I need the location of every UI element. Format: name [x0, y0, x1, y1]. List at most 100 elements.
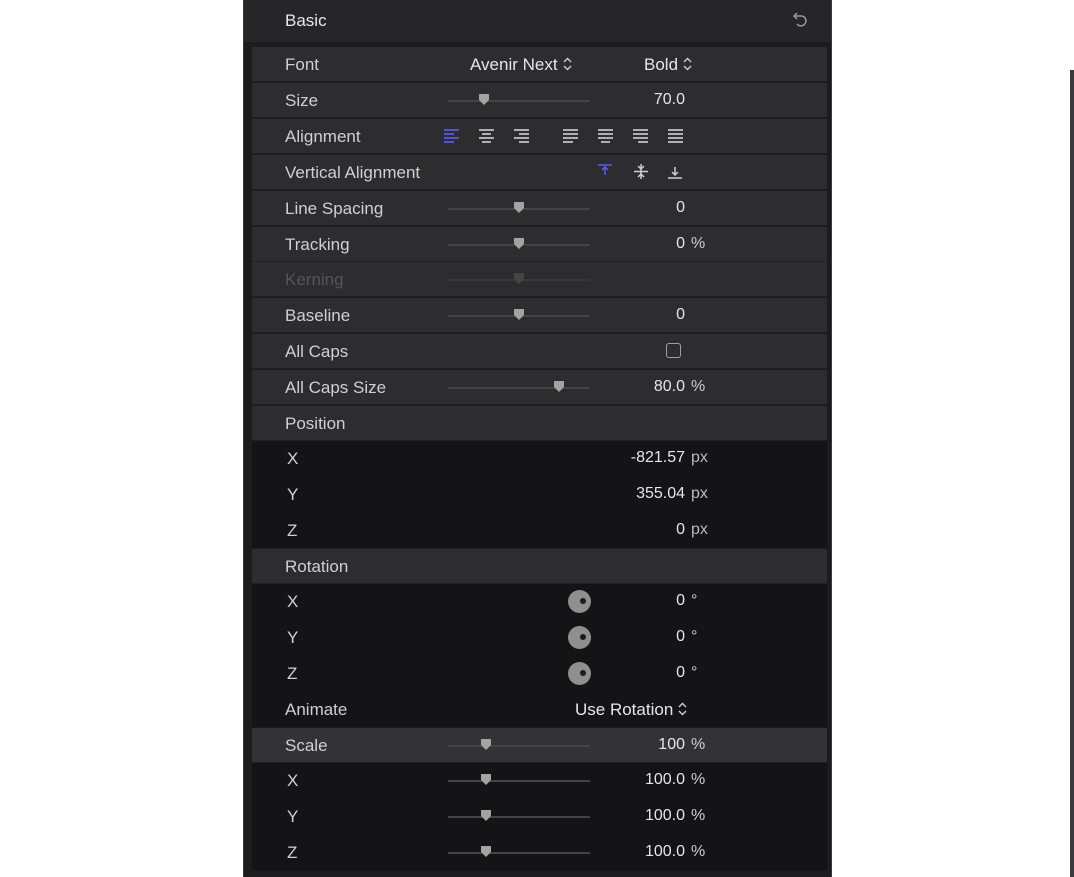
all-caps-size-label: All Caps Size: [285, 378, 387, 397]
line-spacing-row: Line Spacing 0: [252, 191, 827, 226]
size-value[interactable]: 70.0: [654, 91, 685, 109]
scale-x-label: X: [287, 771, 299, 790]
position-z-unit: px: [691, 521, 708, 538]
align-center-icon[interactable]: [478, 128, 495, 144]
slider-thumb[interactable]: [480, 845, 492, 858]
animate-label: Animate: [285, 700, 348, 719]
font-row: Font Avenir Next Bold: [252, 47, 827, 82]
position-z-label: Z: [287, 521, 298, 540]
vertical-alignment-row: Vertical Alignment: [252, 155, 827, 190]
scale-x-unit: %: [691, 771, 706, 788]
line-spacing-slider[interactable]: [448, 202, 590, 213]
rotation-z-value[interactable]: 0: [676, 664, 685, 682]
slider-thumb[interactable]: [513, 237, 525, 250]
scale-label: Scale: [285, 736, 328, 755]
position-z-row: Z 0 px: [252, 513, 827, 548]
tracking-value[interactable]: 0: [676, 235, 685, 253]
position-x-unit: px: [691, 449, 708, 466]
alignment-row: Alignment: [252, 119, 827, 154]
justify-left-icon[interactable]: [562, 128, 579, 144]
all-caps-size-unit: %: [691, 378, 706, 395]
all-caps-checkbox[interactable]: [666, 343, 681, 358]
font-family-popup[interactable]: Avenir Next: [470, 55, 572, 76]
tracking-slider[interactable]: [448, 238, 590, 249]
scale-slider[interactable]: [448, 739, 590, 750]
scale-z-slider[interactable]: [448, 846, 590, 857]
justify-full-icon[interactable]: [667, 128, 684, 144]
baseline-value[interactable]: 0: [676, 306, 685, 324]
rotation-z-unit: °: [691, 664, 698, 681]
slider-thumb[interactable]: [553, 380, 565, 393]
slider-thumb[interactable]: [478, 93, 490, 106]
position-x-label: X: [287, 449, 299, 468]
position-x-value[interactable]: -821.57: [631, 449, 685, 467]
rotation-dial-icon[interactable]: [568, 590, 591, 613]
position-y-label: Y: [287, 485, 299, 504]
rotation-x-label: X: [287, 592, 299, 611]
rotation-x-value[interactable]: 0: [676, 592, 685, 610]
chevron-updown-icon: [683, 56, 692, 76]
scale-y-label: Y: [287, 807, 299, 826]
section-title: Basic: [285, 11, 327, 30]
size-slider[interactable]: [448, 94, 590, 105]
align-left-icon[interactable]: [443, 128, 460, 144]
align-right-icon[interactable]: [513, 128, 530, 144]
rotation-z-label: Z: [287, 664, 298, 683]
all-caps-size-slider[interactable]: [448, 381, 590, 392]
scale-y-slider[interactable]: [448, 810, 590, 821]
justify-right-icon[interactable]: [632, 128, 649, 144]
position-z-value[interactable]: 0: [676, 521, 685, 539]
rotation-x-row: X 0 °: [252, 584, 827, 619]
scale-z-label: Z: [287, 843, 298, 862]
rotation-dial-icon[interactable]: [568, 626, 591, 649]
font-weight-popup[interactable]: Bold: [644, 55, 692, 76]
scale-z-value[interactable]: 100.0: [645, 843, 685, 861]
all-caps-size-row: All Caps Size 80.0 %: [252, 370, 827, 405]
slider-thumb[interactable]: [513, 201, 525, 214]
justify-center-icon[interactable]: [597, 128, 614, 144]
valign-top-icon[interactable]: [597, 163, 613, 180]
rotation-y-unit: °: [691, 628, 698, 645]
vertical-alignment-label: Vertical Alignment: [285, 163, 421, 182]
rotation-dial-icon[interactable]: [568, 662, 591, 685]
animate-popup[interactable]: Use Rotation: [575, 700, 687, 721]
rotation-y-value[interactable]: 0: [676, 628, 685, 646]
slider-thumb: [513, 272, 525, 285]
scale-y-row: Y 100.0 %: [252, 799, 827, 834]
valign-bottom-icon[interactable]: [667, 163, 683, 180]
basic-section-header: Basic: [244, 0, 831, 42]
position-y-value[interactable]: 355.04: [636, 485, 685, 503]
rotation-header-row[interactable]: Rotation: [252, 549, 827, 584]
chevron-updown-icon: [563, 56, 572, 76]
animate-value: Use Rotation: [575, 700, 674, 719]
scale-x-slider[interactable]: [448, 774, 590, 785]
position-label: Position: [285, 414, 346, 433]
valign-middle-icon[interactable]: [633, 163, 649, 180]
scale-header-row[interactable]: Scale 100 %: [252, 728, 827, 763]
rotation-z-row: Z 0 °: [252, 656, 827, 691]
scale-x-value[interactable]: 100.0: [645, 771, 685, 789]
baseline-slider[interactable]: [448, 309, 590, 320]
rotation-x-unit: °: [691, 592, 698, 609]
tracking-label: Tracking: [285, 235, 350, 254]
size-row: Size 70.0: [252, 83, 827, 118]
all-caps-size-value[interactable]: 80.0: [654, 378, 685, 396]
slider-thumb[interactable]: [513, 308, 525, 321]
line-spacing-label: Line Spacing: [285, 199, 384, 218]
slider-thumb[interactable]: [480, 809, 492, 822]
scrollbar[interactable]: [1070, 70, 1074, 877]
slider-thumb[interactable]: [480, 773, 492, 786]
scale-y-value[interactable]: 100.0: [645, 807, 685, 825]
line-spacing-value[interactable]: 0: [676, 199, 685, 217]
rotation-y-label: Y: [287, 628, 299, 647]
scale-value[interactable]: 100: [658, 736, 685, 754]
tracking-row: Tracking 0 %: [252, 227, 827, 262]
text-inspector-panel: Basic Font Avenir Next Bold Size 70.0 Al…: [243, 0, 1074, 877]
kerning-label: Kerning: [285, 270, 344, 289]
rotation-y-row: Y 0 °: [252, 620, 827, 655]
reset-icon[interactable]: [791, 8, 811, 30]
position-y-row: Y 355.04 px: [252, 477, 827, 512]
position-header-row[interactable]: Position: [252, 406, 827, 441]
slider-thumb[interactable]: [480, 738, 492, 751]
scale-x-row: X 100.0 %: [252, 763, 827, 798]
